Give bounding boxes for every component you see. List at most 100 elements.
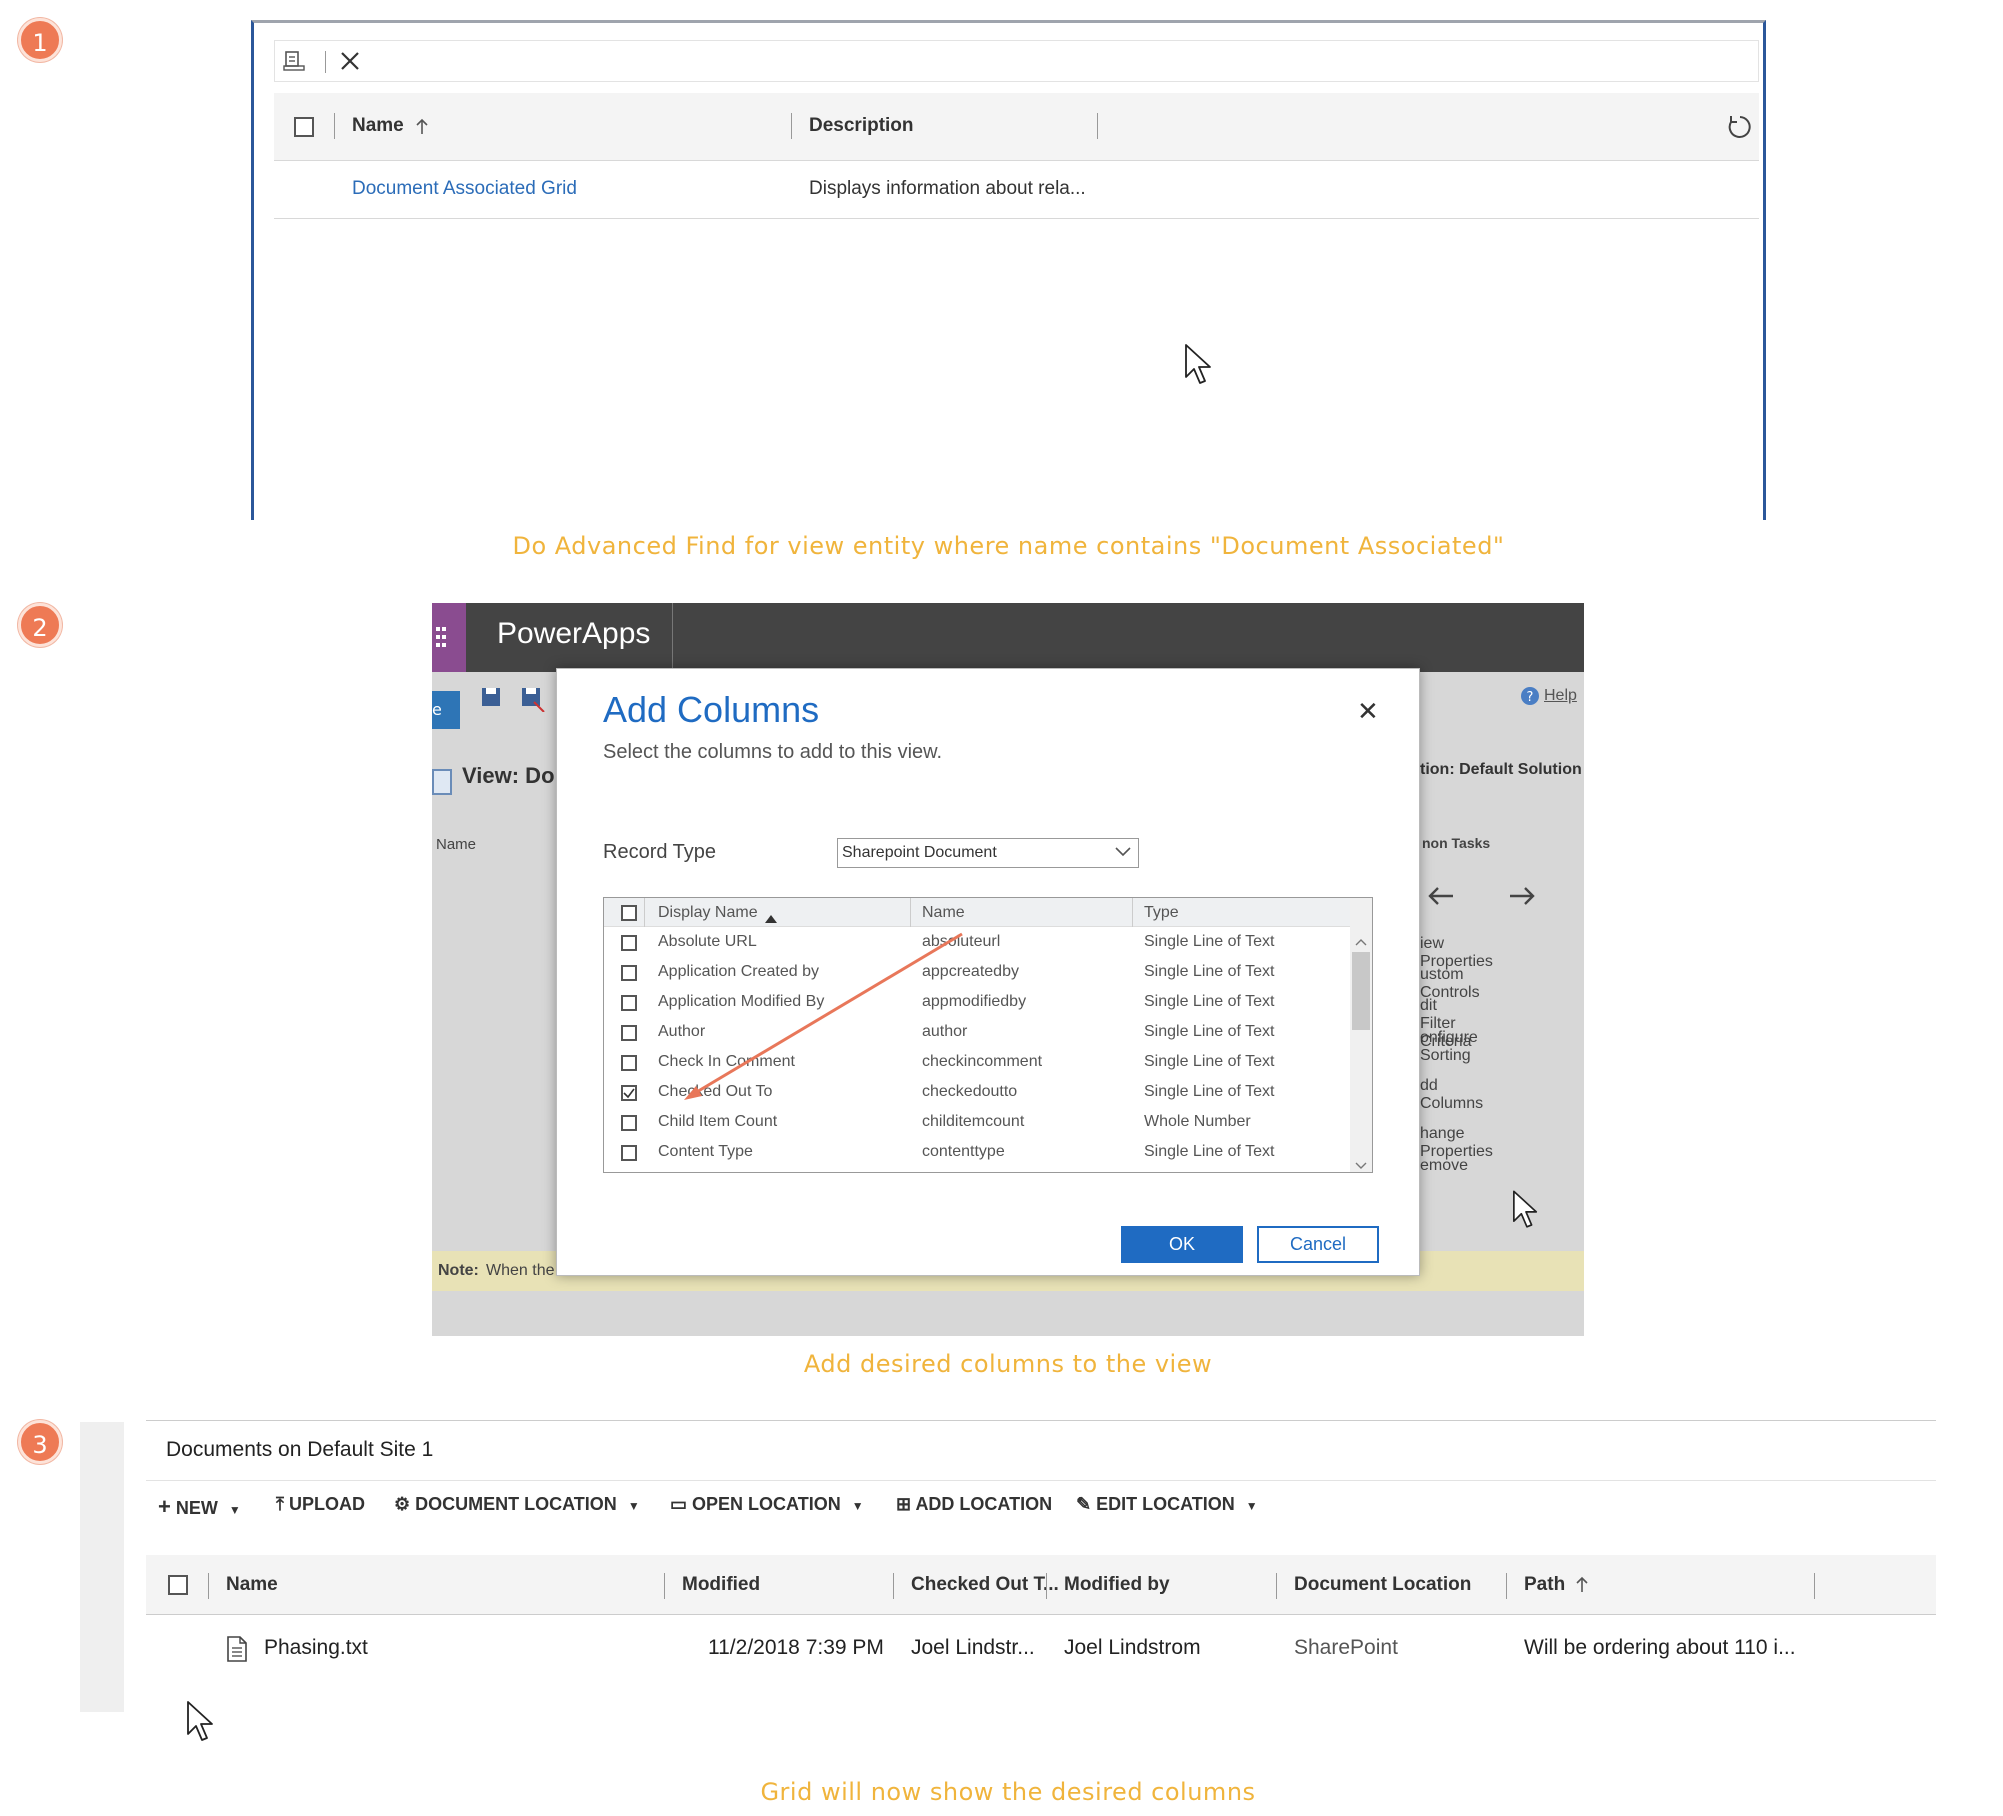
ok-button[interactable]: OK	[1121, 1226, 1243, 1263]
powerapps-view-editor: PowerApps e ? Help View: Do tion: Defaul…	[432, 603, 1584, 1336]
modified-by-value: Joel Lindstrom	[1064, 1636, 1201, 1659]
move-right-icon[interactable]	[1508, 886, 1536, 910]
step-1-badge: 1	[18, 18, 62, 62]
document-location-value: SharePoint	[1294, 1636, 1398, 1659]
help-link[interactable]: Help	[1544, 687, 1577, 705]
record-type-value: Sharepoint Document	[842, 844, 997, 861]
help-icon[interactable]: ?	[1520, 686, 1540, 710]
view-name-link[interactable]: Document Associated Grid	[352, 178, 577, 200]
new-button[interactable]: + NEW ▼	[158, 1494, 241, 1520]
document-location-button[interactable]: ⚙ DOCUMENT LOCATION ▼	[394, 1494, 640, 1515]
path-value: Will be ordering about 110 i...	[1524, 1636, 1796, 1659]
dialog-subtitle: Select the columns to add to this view.	[603, 741, 943, 763]
sort-ascending-icon	[1574, 1575, 1590, 1599]
add-columns-dialog: Add Columns Select the columns to add to…	[556, 668, 1420, 1276]
cancel-button[interactable]: Cancel	[1257, 1226, 1379, 1263]
step-2-badge: 2	[18, 603, 62, 647]
scrollbar[interactable]	[1350, 898, 1372, 1172]
mouse-cursor-icon	[186, 1700, 216, 1748]
text-file-icon	[226, 1636, 248, 1666]
app-launcher-icon[interactable]	[432, 603, 466, 672]
select-all-checkbox[interactable]	[168, 1575, 188, 1595]
grid-header: Name Description	[274, 93, 1759, 161]
step-3-badge: 3	[18, 1420, 62, 1464]
top-divider	[146, 1420, 1936, 1421]
record-type-select[interactable]: Sharepoint Document	[837, 838, 1139, 868]
subgrid-header: Name Modified Checked Out T... Modified …	[146, 1555, 1936, 1615]
document-name-link[interactable]: Phasing.txt	[264, 1636, 368, 1660]
task-configure-sorting[interactable]: onfigure Sorting	[1420, 1029, 1478, 1065]
record-type-label: Record Type	[603, 841, 717, 863]
chevron-down-icon: ▼	[1245, 1499, 1258, 1513]
solution-label: tion: Default Solution	[1420, 761, 1582, 778]
upload-button[interactable]: ⤒ UPLOAD	[276, 1494, 365, 1515]
column-header-name[interactable]: Name	[226, 1574, 278, 1596]
task-change-properties[interactable]: hange Properties	[1420, 1125, 1493, 1161]
common-tasks-label: non Tasks	[1422, 835, 1491, 851]
note-label: Note:	[438, 1262, 479, 1279]
save-close-icon[interactable]	[520, 686, 546, 716]
delete-icon[interactable]	[339, 50, 361, 72]
svg-text:?: ?	[1527, 690, 1534, 705]
add-location-icon: ⊞	[896, 1494, 912, 1514]
chevron-down-icon: ▼	[851, 1499, 864, 1513]
mouse-cursor-icon	[1512, 1189, 1540, 1235]
chevron-down-icon: ▼	[627, 1499, 640, 1513]
upload-icon: ⤒	[276, 1494, 284, 1514]
step-3-caption: Grid will now show the desired columns	[760, 1778, 1256, 1806]
step-2-caption: Add desired columns to the view	[803, 1350, 1213, 1378]
subgrid-title: Documents on Default Site 1	[166, 1438, 434, 1461]
header-divider	[672, 603, 673, 672]
edit-location-button[interactable]: ✎ EDIT LOCATION ▼	[1076, 1494, 1258, 1515]
background-name-column: Name	[436, 836, 477, 853]
app-brand: PowerApps	[497, 617, 651, 650]
modified-value: 11/2/2018 7:39 PM	[708, 1636, 884, 1659]
column-header-description[interactable]: Description	[809, 115, 914, 137]
column-divider	[664, 1573, 665, 1599]
view-icon	[432, 769, 452, 795]
scroll-up-icon[interactable]	[1354, 932, 1368, 951]
step-1-caption: Do Advanced Find for view entity where n…	[512, 532, 1505, 560]
column-header-modified-by[interactable]: Modified by	[1064, 1574, 1170, 1596]
task-add-columns[interactable]: dd Columns	[1420, 1077, 1483, 1113]
dialog-title: Add Columns	[603, 689, 820, 730]
columns-list: Display Name Name Type Absolute URL absol…	[603, 897, 1373, 1173]
move-left-icon[interactable]	[1427, 886, 1455, 910]
grid-toolbar	[274, 40, 1759, 82]
close-icon[interactable]: ✕	[1357, 697, 1379, 727]
plus-icon: +	[158, 1494, 171, 1519]
documents-subgrid: Documents on Default Site 1 + NEW ▼ ⤒ UP…	[146, 1420, 1936, 1741]
refresh-icon[interactable]	[1726, 113, 1754, 145]
column-header-document-location[interactable]: Document Location	[1294, 1574, 1471, 1596]
add-location-button[interactable]: ⊞ ADD LOCATION	[896, 1494, 1052, 1515]
chevron-down-icon: ▼	[228, 1503, 241, 1517]
column-divider	[1097, 113, 1098, 139]
column-header-modified[interactable]: Modified	[682, 1574, 760, 1596]
annotation-arrow	[684, 932, 963, 1100]
column-header-name[interactable]: Name	[352, 115, 404, 137]
top-bar: PowerApps	[432, 603, 1584, 672]
open-location-button[interactable]: ▭ OPEN LOCATION ▼	[670, 1494, 864, 1515]
title-divider	[146, 1480, 1936, 1481]
column-header-path[interactable]: Path	[1524, 1574, 1565, 1596]
column-divider	[1814, 1573, 1815, 1599]
views-grid-panel: Name Description Document Associated Gri…	[251, 20, 1766, 520]
select-all-checkbox[interactable]	[294, 117, 314, 137]
scroll-thumb[interactable]	[1352, 952, 1370, 1030]
save-icon[interactable]	[480, 686, 502, 712]
task-remove[interactable]: emove	[1420, 1157, 1468, 1175]
document-location-icon: ⚙	[394, 1494, 411, 1514]
scroll-down-icon[interactable]	[1354, 1156, 1368, 1172]
toolbar-divider	[325, 51, 326, 73]
mouse-cursor-icon	[1184, 343, 1214, 391]
checked-out-to-value: Joel Lindstr...	[911, 1636, 1035, 1659]
note-text: When the	[486, 1262, 555, 1279]
view-title: View: Do	[462, 763, 555, 788]
export-icon[interactable]	[283, 50, 305, 72]
table-row[interactable]: Document Associated Grid Displays inform…	[274, 161, 1759, 219]
column-divider	[791, 113, 792, 139]
chevron-down-icon	[1114, 845, 1132, 864]
save-and-close-button[interactable]: e	[432, 691, 460, 729]
sort-ascending-icon	[414, 117, 430, 141]
column-header-checked-out-to[interactable]: Checked Out T...	[911, 1574, 1059, 1596]
